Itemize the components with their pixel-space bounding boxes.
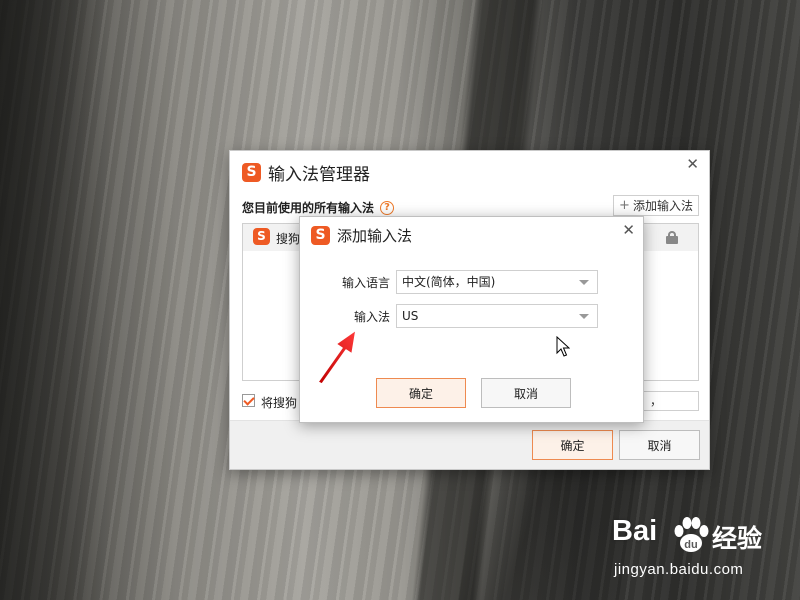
watermark-brand: Bai [612,515,658,547]
red-arrow-annotation [317,329,357,385]
add-ime-button[interactable]: + 添加输入法 [613,195,699,216]
help-icon[interactable]: ? [380,200,395,215]
mouse-cursor-icon [556,336,570,357]
manager-title-bar: S 输入法管理器 [242,159,370,185]
ime-value: US [402,309,419,323]
dropdown-arrow-icon [579,314,589,319]
add-dialog-cancel-button[interactable]: 取消 [481,378,571,408]
input-language-label: 输入语言 [342,276,391,290]
hotkey-field[interactable]: ， [643,391,699,411]
watermark-url: jingyan.baidu.com [614,561,744,578]
manager-ok-button[interactable]: 确定 [532,430,613,460]
input-language-value: 中文(简体，中国) [402,275,496,289]
manager-footer: 确定 取消 [230,420,709,469]
dropdown-arrow-icon [579,280,589,285]
sogou-logo-icon: S [311,226,330,245]
add-ime-button-label: 添加输入法 [632,199,693,213]
manager-title: 输入法管理器 [268,164,370,185]
list-item-label: 搜狗 [276,232,301,246]
baidu-jingyan-watermark: Bai du 经验 jingyan.baidu.com [612,515,792,585]
plus-icon: + [619,198,630,213]
add-dialog-close-icon[interactable]: ✕ [622,223,635,238]
add-dialog-title: 添加输入法 [337,227,413,245]
default-ime-checkbox[interactable] [242,394,255,407]
watermark-jingyan: 经验 [712,524,763,553]
manager-subtitle: 您目前使用的所有输入法 [242,201,375,215]
sogou-logo-icon: S [242,162,261,182]
wallpaper-shadow-left [0,0,110,600]
checkbox-label: 将搜狗 [261,396,298,410]
lock-icon [666,231,678,244]
manager-close-icon[interactable]: ✕ [686,157,699,172]
add-dialog-title-bar: S 添加输入法 [311,225,412,246]
manager-cancel-button[interactable]: 取消 [619,430,700,460]
baidu-paw-icon: du [674,517,709,552]
sogou-logo-icon: S [253,228,270,245]
svg-text:du: du [684,539,697,551]
manager-subtitle-row: 您目前使用的所有输入法 ? [242,199,395,216]
input-language-select[interactable]: 中文(简体，中国) [396,270,598,294]
ime-select[interactable]: US [396,304,598,328]
add-dialog-ok-button[interactable]: 确定 [376,378,466,408]
